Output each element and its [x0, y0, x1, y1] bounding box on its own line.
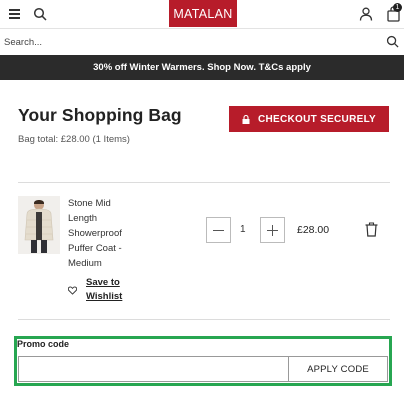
divider	[18, 319, 390, 320]
heart-icon[interactable]	[68, 286, 77, 295]
promo-banner[interactable]: 30% off Winter Warmers. Shop Now. T&Cs a…	[0, 55, 404, 80]
search-input[interactable]	[4, 32, 374, 52]
menu-icon[interactable]	[9, 9, 20, 19]
checkout-button-label: CHECKOUT SECURELY	[257, 113, 377, 125]
user-icon[interactable]	[359, 7, 373, 21]
search-bar	[0, 28, 404, 54]
quantity-decrease-button[interactable]	[206, 217, 231, 243]
apply-code-button[interactable]: APPLY CODE	[288, 356, 388, 382]
lock-icon	[242, 114, 250, 124]
product-image[interactable]	[18, 196, 60, 254]
promo-code-label: Promo code	[17, 339, 70, 349]
page-title: Your Shopping Bag	[18, 105, 182, 125]
bag-count-badge: 1	[393, 3, 402, 12]
bag-total: Bag total: £28.00 (1 Items)	[18, 134, 130, 145]
quantity-increase-button[interactable]	[260, 217, 285, 243]
promo-code-input[interactable]	[18, 356, 288, 382]
matalan-logo[interactable]: MATALAN	[169, 0, 237, 27]
search-icon[interactable]	[33, 7, 47, 21]
trash-icon[interactable]	[365, 222, 378, 237]
quantity-value: 1	[240, 224, 246, 235]
search-submit-icon[interactable]	[386, 35, 399, 48]
item-price: £28.00	[297, 224, 330, 236]
minus-icon	[213, 229, 224, 231]
plus-icon	[267, 224, 278, 236]
product-name[interactable]: Stone Mid Length Showerproof Puffer Coat…	[68, 196, 138, 271]
save-to-wishlist-link[interactable]: Save to Wishlist	[86, 276, 126, 304]
checkout-button[interactable]: CHECKOUT SECURELY	[229, 106, 389, 132]
top-header: MATALAN 1	[0, 0, 404, 28]
divider	[18, 182, 390, 183]
